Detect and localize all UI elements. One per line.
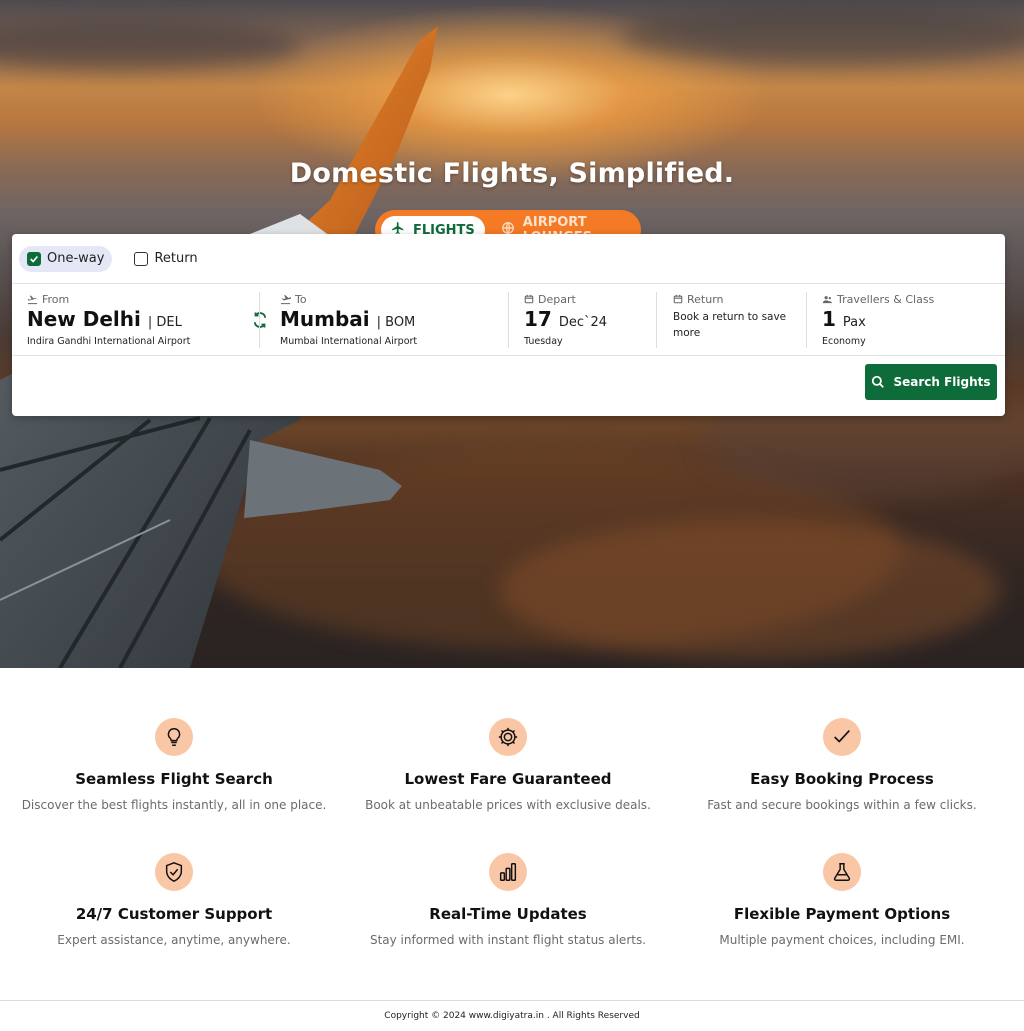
- shield-check-icon: [155, 853, 193, 891]
- gear-icon: [489, 718, 527, 756]
- from-airport: Indira Gandhi International Airport: [27, 336, 191, 347]
- calendar-icon: [673, 294, 683, 304]
- return-field[interactable]: Return Book a return to save more: [658, 291, 806, 349]
- return-date-label: Return: [673, 291, 806, 307]
- feature-item: Lowest Fare Guaranteed Book at unbeatabl…: [338, 718, 678, 812]
- to-city: Mumbai: [280, 307, 370, 331]
- to-code: | BOM: [376, 315, 416, 330]
- takeoff-icon: [27, 295, 38, 304]
- one-way-label: One-way: [47, 251, 105, 266]
- search-flights-button[interactable]: Search Flights: [865, 364, 997, 400]
- from-field[interactable]: From New Delhi | DEL Indira Gandhi Inter…: [12, 291, 248, 349]
- feature-title: Real-Time Updates: [429, 905, 587, 923]
- feature-desc: Fast and secure bookings within a few cl…: [707, 798, 977, 812]
- feature-desc: Stay informed with instant flight status…: [369, 933, 647, 947]
- traveller-count: 1: [822, 307, 836, 331]
- feature-title: Seamless Flight Search: [75, 770, 273, 788]
- return-hint: Book a return to save more: [673, 311, 787, 339]
- checkmark-icon: [823, 718, 861, 756]
- to-label: To: [280, 291, 505, 307]
- field-divider: [259, 292, 260, 348]
- feature-desc: Discover the best flights instantly, all…: [21, 798, 327, 812]
- depart-weekday: Tuesday: [524, 336, 563, 347]
- return-option[interactable]: Return: [126, 246, 205, 272]
- from-city: New Delhi: [27, 307, 141, 331]
- feature-title: 24/7 Customer Support: [75, 905, 273, 923]
- feature-desc: Expert assistance, anytime, anywhere.: [57, 933, 291, 947]
- feature-desc: Multiple payment choices, including EMI.: [719, 933, 965, 947]
- search-flights-label: Search Flights: [893, 375, 991, 389]
- return-label: Return: [154, 251, 198, 266]
- calendar-icon: [524, 294, 534, 304]
- travellers-label: Travellers & Class: [822, 291, 997, 307]
- feature-title: Easy Booking Process: [750, 770, 934, 788]
- people-icon: [822, 295, 833, 303]
- landing-icon: [280, 294, 291, 304]
- lightbulb-icon: [155, 718, 193, 756]
- hero-title: Domestic Flights, Simplified.: [289, 158, 735, 189]
- feature-item: Easy Booking Process Fast and secure boo…: [672, 718, 1012, 812]
- from-label: From: [27, 291, 248, 307]
- search-icon: [872, 375, 885, 388]
- one-way-checkbox[interactable]: [27, 251, 41, 266]
- return-checkbox[interactable]: [134, 251, 149, 266]
- footer-copyright: Copyright © 2024 www.digiyatra.in . All …: [0, 1000, 1024, 1024]
- travellers-field[interactable]: Travellers & Class 1 Pax Economy: [807, 291, 997, 349]
- feature-title: Flexible Payment Options: [733, 905, 951, 923]
- bar-chart-icon: [489, 853, 527, 891]
- one-way-option[interactable]: One-way: [19, 245, 113, 272]
- feature-item: Flexible Payment Options Multiple paymen…: [672, 853, 1012, 947]
- to-airport: Mumbai International Airport: [280, 336, 418, 347]
- flight-search-card: One-way Return From New Delhi | DEL Indi…: [12, 234, 1005, 416]
- traveller-unit: Pax: [842, 315, 866, 330]
- depart-day: 17: [524, 307, 552, 331]
- features-section: Seamless Flight Search Discover the best…: [0, 668, 1024, 1000]
- feature-item: Real-Time Updates Stay informed with ins…: [338, 853, 678, 947]
- feature-title: Lowest Fare Guaranteed: [404, 770, 612, 788]
- trip-type-row: One-way Return: [12, 234, 1005, 284]
- depart-month: Dec`24: [558, 315, 608, 330]
- depart-label: Depart: [524, 291, 657, 307]
- feature-desc: Book at unbeatable prices with exclusive…: [365, 798, 651, 812]
- flask-icon: [823, 853, 861, 891]
- feature-item: Seamless Flight Search Discover the best…: [4, 718, 344, 812]
- travel-class: Economy: [822, 336, 866, 347]
- depart-field[interactable]: Depart 17 Dec`24 Tuesday: [509, 291, 657, 349]
- from-code: | DEL: [147, 315, 182, 330]
- field-divider: [656, 292, 657, 348]
- search-fields-row: From New Delhi | DEL Indira Gandhi Inter…: [12, 284, 1005, 356]
- feature-item: 24/7 Customer Support Expert assistance,…: [4, 853, 344, 947]
- to-field[interactable]: To Mumbai | BOM Mumbai International Air…: [265, 291, 505, 349]
